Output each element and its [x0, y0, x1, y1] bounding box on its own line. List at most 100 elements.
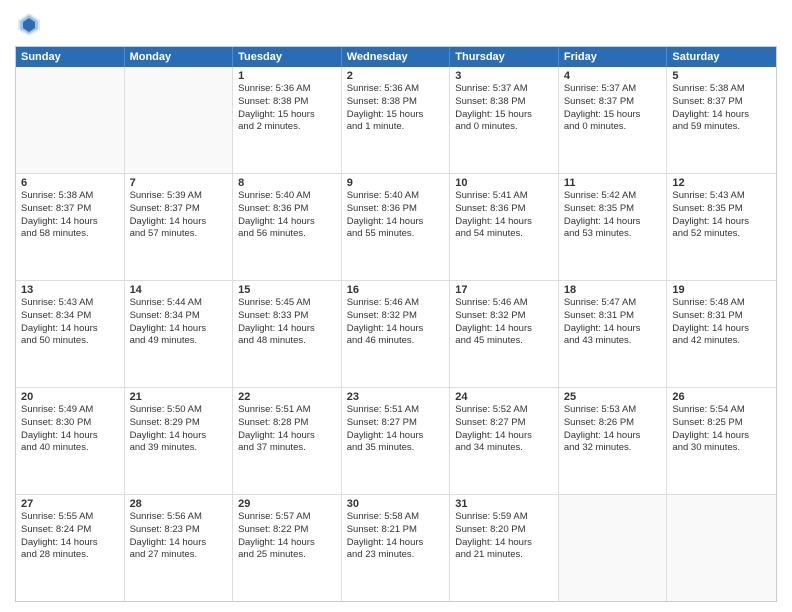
- cell-info-line: and 39 minutes.: [130, 442, 228, 455]
- cell-info-line: and 25 minutes.: [238, 549, 336, 562]
- cell-info-line: Daylight: 14 hours: [238, 537, 336, 550]
- day-number: 6: [21, 177, 119, 189]
- weekday-header-thursday: Thursday: [450, 47, 559, 67]
- cell-info-line: Sunset: 8:37 PM: [130, 203, 228, 216]
- cell-info-line: and 0 minutes.: [455, 121, 553, 134]
- cell-info-line: Sunrise: 5:46 AM: [455, 297, 553, 310]
- cell-info-line: Daylight: 14 hours: [672, 323, 771, 336]
- day-cell-21: 21Sunrise: 5:50 AMSunset: 8:29 PMDayligh…: [125, 388, 234, 494]
- calendar-row-2: 6Sunrise: 5:38 AMSunset: 8:37 PMDaylight…: [16, 174, 776, 281]
- cell-info-line: Sunrise: 5:56 AM: [130, 511, 228, 524]
- day-number: 9: [347, 177, 445, 189]
- cell-info-line: Sunset: 8:34 PM: [130, 310, 228, 323]
- day-cell-24: 24Sunrise: 5:52 AMSunset: 8:27 PMDayligh…: [450, 388, 559, 494]
- cell-info-line: and 27 minutes.: [130, 549, 228, 562]
- cell-info-line: Daylight: 14 hours: [130, 430, 228, 443]
- day-cell-17: 17Sunrise: 5:46 AMSunset: 8:32 PMDayligh…: [450, 281, 559, 387]
- cell-info-line: Sunrise: 5:36 AM: [347, 83, 445, 96]
- cell-info-line: and 1 minute.: [347, 121, 445, 134]
- day-number: 10: [455, 177, 553, 189]
- day-number: 16: [347, 284, 445, 296]
- day-cell-31: 31Sunrise: 5:59 AMSunset: 8:20 PMDayligh…: [450, 495, 559, 601]
- day-number: 30: [347, 498, 445, 510]
- cell-info-line: Daylight: 14 hours: [21, 323, 119, 336]
- cell-info-line: Sunset: 8:31 PM: [564, 310, 662, 323]
- calendar-row-1: 1Sunrise: 5:36 AMSunset: 8:38 PMDaylight…: [16, 67, 776, 174]
- day-cell-11: 11Sunrise: 5:42 AMSunset: 8:35 PMDayligh…: [559, 174, 668, 280]
- cell-info-line: Sunrise: 5:51 AM: [238, 404, 336, 417]
- cell-info-line: Sunset: 8:38 PM: [347, 96, 445, 109]
- cell-info-line: Sunrise: 5:39 AM: [130, 190, 228, 203]
- cell-info-line: and 49 minutes.: [130, 335, 228, 348]
- day-number: 22: [238, 391, 336, 403]
- cell-info-line: Sunset: 8:22 PM: [238, 524, 336, 537]
- cell-info-line: Sunset: 8:30 PM: [21, 417, 119, 430]
- logo: [15, 10, 47, 38]
- calendar-row-4: 20Sunrise: 5:49 AMSunset: 8:30 PMDayligh…: [16, 388, 776, 495]
- cell-info-line: Sunset: 8:27 PM: [455, 417, 553, 430]
- day-cell-26: 26Sunrise: 5:54 AMSunset: 8:25 PMDayligh…: [667, 388, 776, 494]
- day-number: 20: [21, 391, 119, 403]
- cell-info-line: and 2 minutes.: [238, 121, 336, 134]
- day-number: 29: [238, 498, 336, 510]
- day-number: 7: [130, 177, 228, 189]
- weekday-header-friday: Friday: [559, 47, 668, 67]
- cell-info-line: and 56 minutes.: [238, 228, 336, 241]
- cell-info-line: and 0 minutes.: [564, 121, 662, 134]
- cell-info-line: Sunrise: 5:57 AM: [238, 511, 336, 524]
- cell-info-line: Sunset: 8:20 PM: [455, 524, 553, 537]
- day-cell-2: 2Sunrise: 5:36 AMSunset: 8:38 PMDaylight…: [342, 67, 451, 173]
- cell-info-line: Sunrise: 5:36 AM: [238, 83, 336, 96]
- empty-cell: [667, 495, 776, 601]
- day-number: 4: [564, 70, 662, 82]
- cell-info-line: Sunset: 8:35 PM: [564, 203, 662, 216]
- cell-info-line: Daylight: 14 hours: [21, 537, 119, 550]
- cell-info-line: Daylight: 14 hours: [347, 537, 445, 550]
- day-cell-20: 20Sunrise: 5:49 AMSunset: 8:30 PMDayligh…: [16, 388, 125, 494]
- calendar-body: 1Sunrise: 5:36 AMSunset: 8:38 PMDaylight…: [16, 67, 776, 601]
- day-number: 23: [347, 391, 445, 403]
- cell-info-line: Sunrise: 5:58 AM: [347, 511, 445, 524]
- cell-info-line: and 46 minutes.: [347, 335, 445, 348]
- cell-info-line: Sunrise: 5:55 AM: [21, 511, 119, 524]
- cell-info-line: and 55 minutes.: [347, 228, 445, 241]
- cell-info-line: Sunset: 8:29 PM: [130, 417, 228, 430]
- cell-info-line: and 54 minutes.: [455, 228, 553, 241]
- cell-info-line: and 59 minutes.: [672, 121, 771, 134]
- cell-info-line: Daylight: 14 hours: [347, 216, 445, 229]
- cell-info-line: Sunrise: 5:37 AM: [564, 83, 662, 96]
- weekday-header-wednesday: Wednesday: [342, 47, 451, 67]
- cell-info-line: and 57 minutes.: [130, 228, 228, 241]
- day-cell-8: 8Sunrise: 5:40 AMSunset: 8:36 PMDaylight…: [233, 174, 342, 280]
- cell-info-line: Daylight: 15 hours: [455, 109, 553, 122]
- day-cell-10: 10Sunrise: 5:41 AMSunset: 8:36 PMDayligh…: [450, 174, 559, 280]
- cell-info-line: Sunset: 8:28 PM: [238, 417, 336, 430]
- cell-info-line: Daylight: 14 hours: [672, 430, 771, 443]
- day-cell-3: 3Sunrise: 5:37 AMSunset: 8:38 PMDaylight…: [450, 67, 559, 173]
- day-number: 2: [347, 70, 445, 82]
- calendar-row-5: 27Sunrise: 5:55 AMSunset: 8:24 PMDayligh…: [16, 495, 776, 601]
- day-number: 25: [564, 391, 662, 403]
- cell-info-line: Daylight: 14 hours: [672, 109, 771, 122]
- cell-info-line: Daylight: 14 hours: [238, 216, 336, 229]
- cell-info-line: Sunrise: 5:40 AM: [347, 190, 445, 203]
- cell-info-line: and 43 minutes.: [564, 335, 662, 348]
- cell-info-line: Daylight: 14 hours: [455, 430, 553, 443]
- cell-info-line: and 30 minutes.: [672, 442, 771, 455]
- cell-info-line: and 52 minutes.: [672, 228, 771, 241]
- logo-icon: [15, 10, 43, 38]
- cell-info-line: Sunrise: 5:38 AM: [672, 83, 771, 96]
- day-number: 3: [455, 70, 553, 82]
- cell-info-line: Sunrise: 5:59 AM: [455, 511, 553, 524]
- cell-info-line: Sunset: 8:32 PM: [455, 310, 553, 323]
- cell-info-line: Sunset: 8:37 PM: [564, 96, 662, 109]
- calendar-header: SundayMondayTuesdayWednesdayThursdayFrid…: [16, 47, 776, 67]
- day-number: 31: [455, 498, 553, 510]
- cell-info-line: Sunrise: 5:37 AM: [455, 83, 553, 96]
- empty-cell: [16, 67, 125, 173]
- day-number: 8: [238, 177, 336, 189]
- cell-info-line: and 35 minutes.: [347, 442, 445, 455]
- cell-info-line: and 58 minutes.: [21, 228, 119, 241]
- cell-info-line: Sunrise: 5:50 AM: [130, 404, 228, 417]
- cell-info-line: and 37 minutes.: [238, 442, 336, 455]
